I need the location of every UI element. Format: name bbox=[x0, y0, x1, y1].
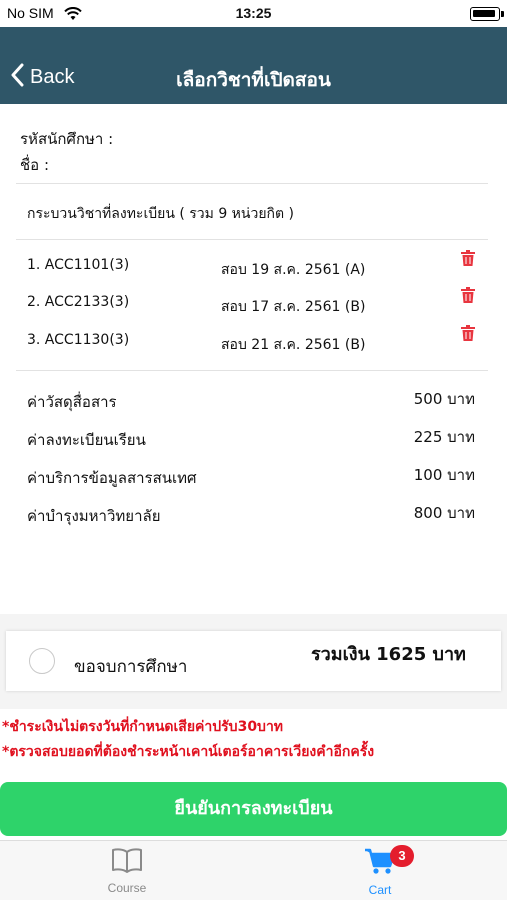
course-exam-date: สอบ 19 ส.ค. 2561 (A) bbox=[221, 262, 366, 278]
course-code: 3. ACC1130(3) bbox=[27, 332, 130, 348]
student-info: รหัสนักศึกษา : ชื่อ : bbox=[20, 126, 113, 178]
graduation-request-row[interactable]: ขอจบการศึกษา รวมเงิน 1625 บาท bbox=[6, 631, 501, 691]
course-row: 1. ACC1101(3) สอบ 19 ส.ค. 2561 (A) bbox=[27, 250, 487, 281]
fee-label: ค่าบริการข้อมูลสารสนเทศ bbox=[27, 469, 197, 487]
tab-course-label: Course bbox=[107, 881, 147, 895]
course-row: 2. ACC2133(3) สอบ 17 ส.ค. 2561 (B) bbox=[27, 287, 487, 318]
graduation-radio[interactable] bbox=[29, 648, 55, 674]
page-title: เลือกวิชาที่เปิดสอน bbox=[176, 69, 331, 91]
course-code: 1. ACC1101(3) bbox=[27, 257, 130, 273]
fee-label: ค่าบำรุงมหาวิทยาลัย bbox=[27, 507, 161, 525]
fee-amount: 225 บาท bbox=[413, 428, 475, 446]
registered-courses-title: กระบวนวิชาที่ลงทะเบียน ( รวม 9 หน่วยกิต … bbox=[27, 206, 295, 222]
divider bbox=[16, 370, 488, 371]
course-exam-date: สอบ 21 ส.ค. 2561 (B) bbox=[221, 337, 366, 353]
fee-amount: 500 บาท bbox=[413, 390, 475, 408]
course-row: 3. ACC1130(3) สอบ 21 ส.ค. 2561 (B) bbox=[27, 325, 487, 356]
trash-icon[interactable] bbox=[461, 287, 475, 307]
fee-label: ค่าวัสดุสื่อสาร bbox=[27, 393, 117, 411]
cart-badge: 3 bbox=[390, 845, 414, 867]
battery-icon bbox=[470, 7, 504, 21]
total-amount: รวมเงิน 1625 บาท bbox=[311, 644, 466, 665]
course-exam-date: สอบ 17 ส.ค. 2561 (B) bbox=[221, 299, 366, 315]
late-payment-notice: *ชำระเงินไม่ตรงวันที่กำหนดเสียค่าปรับ30บ… bbox=[2, 719, 284, 735]
graduation-label: ขอจบการศึกษา bbox=[74, 657, 188, 677]
fee-amount: 800 บาท bbox=[413, 504, 475, 522]
trash-icon[interactable] bbox=[461, 325, 475, 345]
confirm-registration-button[interactable]: ยืนยันการลงทะเบียน bbox=[0, 782, 507, 836]
navigation-bar: Back เลือกวิชาที่เปิดสอน bbox=[0, 27, 507, 104]
tab-cart[interactable]: 3 Cart bbox=[320, 845, 440, 897]
fee-amount: 100 บาท bbox=[413, 466, 475, 484]
tab-cart-label: Cart bbox=[368, 883, 392, 897]
cart-icon bbox=[364, 848, 396, 879]
status-bar: No SIM 13:25 bbox=[0, 0, 507, 27]
trash-icon[interactable] bbox=[461, 250, 475, 270]
book-icon bbox=[111, 848, 143, 877]
divider bbox=[16, 239, 488, 240]
clock-text: 13:25 bbox=[235, 5, 272, 21]
tab-bar: Course 3 Cart bbox=[0, 840, 507, 900]
course-code: 2. ACC2133(3) bbox=[27, 294, 130, 310]
student-name-label: ชื่อ : bbox=[20, 156, 50, 174]
fee-label: ค่าลงทะเบียนเรียน bbox=[27, 431, 146, 449]
counter-check-notice: *ตรวจสอบยอดที่ต้องชำระหน้าเคาน์เตอร์อาคา… bbox=[2, 744, 375, 760]
tab-course[interactable]: Course bbox=[67, 847, 187, 895]
student-id-label: รหัสนักศึกษา : bbox=[20, 130, 114, 148]
divider bbox=[16, 183, 488, 184]
